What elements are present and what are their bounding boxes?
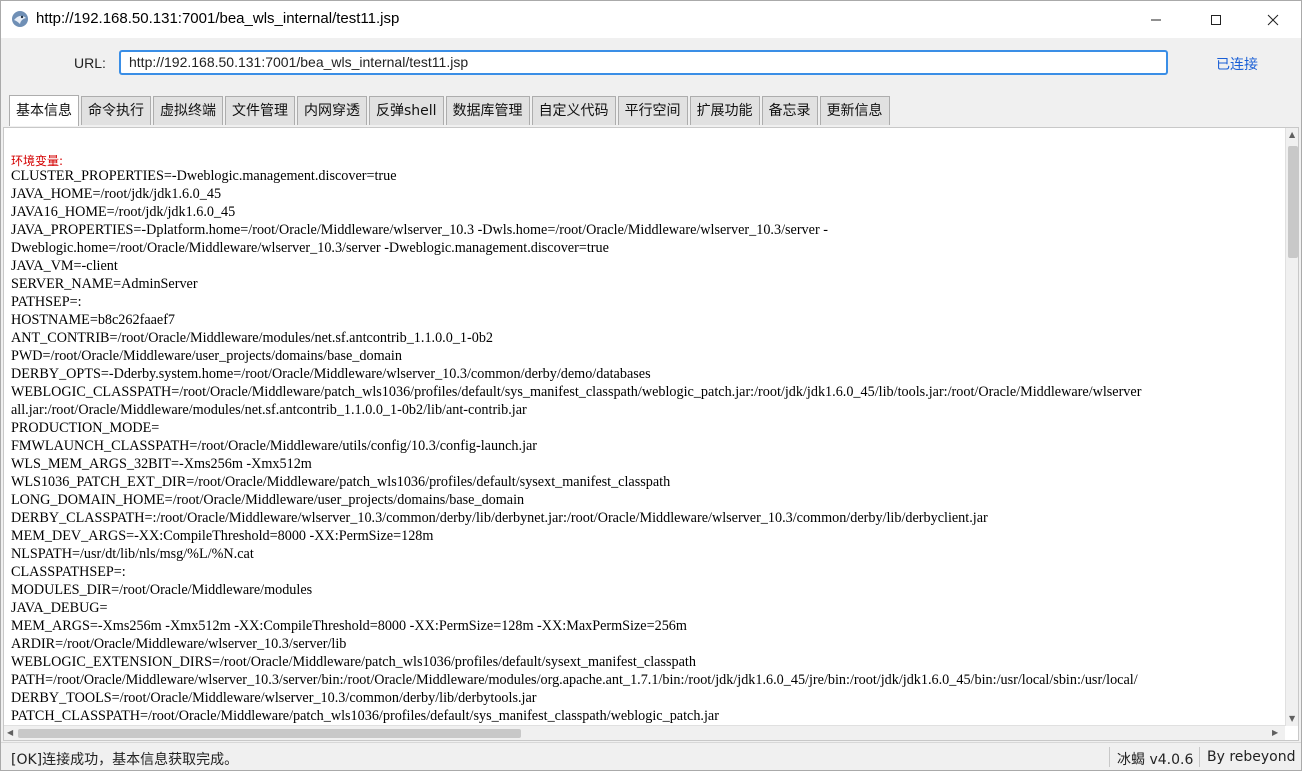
version-label: 冰蝎 v4.0.6 — [1117, 752, 1194, 768]
status-separator — [1109, 747, 1110, 767]
env-variable-line: JAVA_HOME=/root/jdk/jdk1.6.0_45 — [11, 186, 222, 202]
scroll-right-icon[interactable]: ▶ — [1272, 728, 1278, 737]
env-variable-line: WEBLOGIC_EXTENSION_DIRS=/root/Oracle/Mid… — [11, 654, 696, 670]
maximize-button[interactable] — [1187, 1, 1245, 38]
env-variable-line: JAVA_DEBUG= — [11, 600, 108, 616]
author-label: By rebeyond — [1207, 749, 1296, 765]
env-variable-line: MEM_DEV_ARGS=-XX:CompileThreshold=8000 -… — [11, 528, 434, 544]
tab-basic-info[interactable]: 基本信息 — [9, 95, 79, 126]
env-variable-line: Dweblogic.home=/root/Oracle/Middleware/w… — [11, 240, 609, 256]
env-variable-line: HOSTNAME=b8c262faaef7 — [11, 312, 176, 328]
env-variable-line: JAVA16_HOME=/root/jdk/jdk1.6.0_45 — [11, 204, 236, 220]
horizontal-scroll-thumb[interactable] — [18, 729, 521, 738]
tab-database-manager[interactable]: 数据库管理 — [445, 96, 530, 125]
env-variable-line: MEM_ARGS=-Xms256m -Xmx512m -XX:CompileTh… — [11, 618, 687, 634]
tab-update-info[interactable]: 更新信息 — [819, 96, 890, 125]
maximize-icon — [1211, 14, 1221, 25]
vertical-scroll-thumb[interactable] — [1288, 146, 1298, 258]
minimize-button[interactable] — [1127, 1, 1185, 38]
horizontal-scrollbar[interactable]: ◀ ▶ — [4, 725, 1285, 740]
url-input[interactable]: http://192.168.50.131:7001/bea_wls_inter… — [119, 50, 1168, 75]
env-variable-line: WLS1036_PATCH_EXT_DIR=/root/Oracle/Middl… — [11, 474, 671, 490]
env-variable-line: all.jar:/root/Oracle/Middleware/modules/… — [11, 402, 527, 418]
env-variable-line: WLS_MEM_ARGS_32BIT=-Xms256m -Xmx512m — [11, 456, 312, 472]
env-variable-line: PATCH_CLASSPATH=/root/Oracle/Middleware/… — [11, 708, 719, 724]
close-icon — [1267, 14, 1279, 25]
app-window: http://192.168.50.131:7001/bea_wls_inter… — [0, 0, 1302, 771]
tab-intranet-tunnel[interactable]: 内网穿透 — [297, 96, 367, 125]
env-variable-line: WEBLOGIC_CLASSPATH=/root/Oracle/Middlewa… — [11, 384, 1142, 400]
tab-extensions[interactable]: 扩展功能 — [689, 96, 760, 125]
scroll-up-icon[interactable]: ▲ — [1289, 130, 1295, 139]
app-logo-icon — [11, 10, 29, 28]
tab-bar: 基本信息 命令执行 虚拟终端 文件管理 内网穿透 反弹shell 数据库管理 自… — [9, 95, 892, 127]
close-button[interactable] — [1244, 1, 1301, 38]
tab-virtual-terminal[interactable]: 虚拟终端 — [153, 96, 223, 125]
tab-custom-code[interactable]: 自定义代码 — [531, 96, 616, 125]
minimize-icon — [1151, 19, 1161, 20]
basic-info-panel: 环境变量: CLUSTER_PROPERTIES=-Dweblogic.mana… — [3, 127, 1299, 741]
env-variable-line: MODULES_DIR=/root/Oracle/Middleware/modu… — [11, 582, 313, 598]
env-variable-line: PATHSEP=: — [11, 294, 82, 310]
tab-reverse-shell[interactable]: 反弹shell — [369, 96, 444, 125]
env-variable-line: DERBY_OPTS=-Dderby.system.home=/root/Ora… — [11, 366, 651, 382]
title-bar[interactable]: http://192.168.50.131:7001/bea_wls_inter… — [1, 1, 1301, 38]
url-label: URL: — [74, 55, 106, 71]
scroll-left-icon[interactable]: ◀ — [7, 728, 13, 737]
env-variable-line: NLSPATH=/usr/dt/lib/nls/msg/%L/%N.cat — [11, 546, 254, 562]
tab-parallel-space[interactable]: 平行空间 — [617, 96, 688, 125]
env-variable-line: DERBY_CLASSPATH=:/root/Oracle/Middleware… — [11, 510, 988, 526]
window-title: http://192.168.50.131:7001/bea_wls_inter… — [36, 10, 400, 27]
env-variable-line: SERVER_NAME=AdminServer — [11, 276, 198, 292]
url-bar: URL: http://192.168.50.131:7001/bea_wls_… — [1, 39, 1301, 89]
status-separator — [1199, 747, 1200, 767]
env-variable-line: DERBY_TOOLS=/root/Oracle/Middleware/wlse… — [11, 690, 537, 706]
env-variable-line: PATH=/root/Oracle/Middleware/wlserver_10… — [11, 672, 1138, 688]
env-variable-line: ARDIR=/root/Oracle/Middleware/wlserver_1… — [11, 636, 347, 652]
env-variable-line: CLASSPATHSEP=: — [11, 564, 126, 580]
env-variable-line: PRODUCTION_MODE= — [11, 420, 160, 436]
vertical-scrollbar[interactable]: ▲ ▼ — [1285, 128, 1298, 726]
env-variable-line: FMWLAUNCH_CLASSPATH=/root/Oracle/Middlew… — [11, 438, 538, 454]
env-variable-line: LONG_DOMAIN_HOME=/root/Oracle/Middleware… — [11, 492, 525, 508]
env-variable-line: JAVA_PROPERTIES=-Dplatform.home=/root/Or… — [11, 222, 828, 238]
env-variable-line: CLUSTER_PROPERTIES=-Dweblogic.management… — [11, 168, 397, 184]
connection-status[interactable]: 已连接 — [1216, 54, 1258, 74]
env-variables-text[interactable]: CLUSTER_PROPERTIES=-Dweblogic.management… — [11, 150, 1286, 725]
scroll-down-icon[interactable]: ▼ — [1289, 714, 1295, 723]
env-variable-line: ANT_CONTRIB=/root/Oracle/Middleware/modu… — [11, 330, 494, 346]
env-variable-line: JAVA_VM=-client — [11, 258, 118, 274]
status-bar: [OK]连接成功，基本信息获取完成。 冰蝎 v4.0.6 By rebeyond — [1, 742, 1301, 770]
tab-file-manager[interactable]: 文件管理 — [225, 96, 295, 125]
status-message: [OK]连接成功，基本信息获取完成。 — [11, 752, 239, 768]
tab-command-exec[interactable]: 命令执行 — [81, 96, 151, 125]
tab-memo[interactable]: 备忘录 — [761, 96, 818, 125]
env-variable-line: PWD=/root/Oracle/Middleware/user_project… — [11, 348, 402, 364]
